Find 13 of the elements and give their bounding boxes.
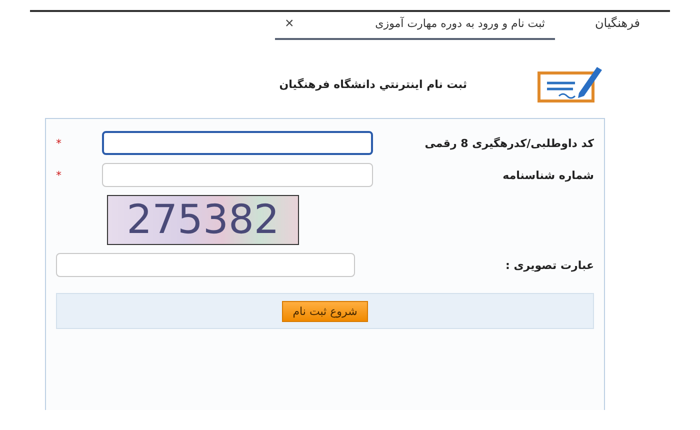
field-label: کد داوطلبی/کدرهگیری 8 رقمی <box>424 136 594 150</box>
required-mark: * <box>56 136 62 150</box>
close-button[interactable]: × <box>284 15 294 32</box>
page-tab[interactable]: ثبت نام و ورود به دوره مهارت آموزی × <box>274 12 555 40</box>
field-label: عبارت تصویری : <box>504 258 594 272</box>
captcha-image: 275382 <box>107 195 299 245</box>
site-name: فرهنگیان <box>594 15 640 30</box>
submit-button[interactable]: شروع ثبت نام <box>282 300 368 322</box>
input-field[interactable] <box>102 131 374 155</box>
required-mark: * <box>56 168 62 182</box>
tab-label: ثبت نام و ورود به دوره مهارت آموزی <box>375 17 545 30</box>
page-title: ثبت نام اینترنتي دانشگاه فرهنگیان <box>279 78 467 90</box>
field-label: شماره شناسنامه <box>502 168 594 182</box>
